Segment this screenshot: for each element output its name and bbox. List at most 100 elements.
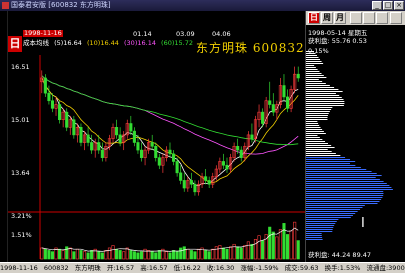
- chip-bar: [306, 175, 382, 176]
- tab-week[interactable]: 周: [321, 12, 333, 24]
- candle-body: [79, 127, 83, 143]
- toolbar-button-b[interactable]: [363, 12, 375, 24]
- chip-bar: [306, 237, 323, 238]
- window-title: 国泰君安版 [600832 东方明珠]: [11, 1, 111, 9]
- chip-bar: [306, 73, 322, 74]
- chip-bar: [306, 123, 319, 124]
- volume-bar: [268, 226, 272, 260]
- volume-bar: [65, 246, 69, 260]
- chip-bar: [306, 113, 329, 114]
- ma5-value: (5)16.64: [54, 39, 82, 47]
- ma60-value: (60)15.72: [161, 39, 193, 47]
- chip-bar: [306, 131, 324, 132]
- chip-bar: [306, 187, 392, 188]
- volume-bar: [104, 250, 108, 260]
- candle-body: [90, 142, 94, 151]
- chip-bar: [306, 235, 322, 236]
- maximize-button[interactable]: □: [383, 1, 393, 10]
- candle-body: [154, 145, 158, 158]
- volume-bar: [139, 251, 144, 260]
- candle-body: [182, 180, 186, 189]
- chip-bar: [306, 153, 336, 154]
- volume-bar: [253, 239, 258, 260]
- ma30-value: (30)16.14: [124, 39, 156, 47]
- app-icon: [2, 2, 9, 9]
- chip-histogram: [306, 51, 393, 240]
- chip-bar: [306, 77, 327, 78]
- chip-bar: [306, 59, 321, 60]
- volume-bar: [90, 250, 94, 260]
- candle-body: [261, 111, 265, 124]
- volume-bar: [122, 251, 126, 260]
- text-cursor-icon: I: [361, 216, 365, 231]
- chip-bar: [306, 165, 356, 166]
- minimize-button[interactable]: _: [372, 1, 382, 10]
- candle-body: [221, 161, 225, 166]
- chip-bar: [306, 191, 384, 192]
- price-label-mid: 15.01: [11, 116, 30, 124]
- candle-body: [115, 127, 119, 136]
- candle-body: [207, 180, 211, 185]
- toolbar-button-c[interactable]: [376, 12, 388, 24]
- candle-body: [268, 100, 272, 105]
- chip-bar: [306, 195, 384, 196]
- volume-bar: [154, 252, 158, 260]
- volume-bar: [257, 235, 261, 260]
- chip-bar: [306, 161, 356, 162]
- status-float: 流通盘:3900.00: [366, 264, 405, 272]
- toolbar-button-a[interactable]: [350, 12, 362, 24]
- tab-day[interactable]: 日: [308, 12, 320, 24]
- volume-bar: [157, 250, 161, 260]
- candle-body: [100, 149, 104, 158]
- volume-bar: [107, 247, 111, 260]
- candle-body: [285, 96, 290, 109]
- candle-body: [172, 153, 176, 162]
- volume-bar: [75, 248, 79, 260]
- chip-distribution-panel: 日 周 月 1998-05-14 星期五 获利盘: 55.76 0.53 0.1…: [305, 11, 405, 262]
- volume-bar: [239, 247, 243, 260]
- chip-bar: [306, 115, 328, 116]
- chip-bar: [306, 143, 328, 144]
- chip-bar: [306, 221, 337, 222]
- status-bar: 1998-11-16 600832 东方明珠 开:16.57 高:16.57 低…: [0, 262, 405, 273]
- candle-body: [271, 104, 275, 113]
- chip-bar: [306, 209, 361, 210]
- volume-bar: [129, 250, 133, 260]
- chip-bar: [306, 111, 330, 112]
- chip-bar: [306, 193, 384, 194]
- volume-bar: [47, 250, 51, 260]
- chip-bar: [306, 61, 322, 62]
- volume-bar: [229, 246, 233, 260]
- volume-bar: [100, 252, 104, 260]
- chip-bar: [306, 69, 318, 70]
- volume-bar: [261, 240, 265, 260]
- volume-bar: [136, 252, 140, 260]
- volume-bar: [289, 230, 293, 260]
- volume-bar: [246, 241, 250, 260]
- volume-bar: [207, 251, 211, 260]
- chip-bar: [306, 81, 323, 82]
- chip-date: 1998-05-14 星期五: [308, 29, 368, 37]
- volume-bar: [204, 250, 208, 260]
- chip-bar: [306, 141, 326, 142]
- volume-bar: [196, 248, 201, 260]
- tab-month[interactable]: 月: [334, 12, 346, 24]
- chip-bar: [306, 127, 321, 128]
- chip-bar: [306, 233, 322, 234]
- volume-label-low: 1.51%: [11, 231, 32, 239]
- chip-bar: [306, 139, 323, 140]
- chip-bar: [306, 107, 333, 108]
- volume-bar: [296, 240, 300, 260]
- volume-bar: [43, 248, 47, 260]
- chip-bar: [306, 53, 316, 54]
- volume-bar: [243, 245, 247, 260]
- status-close: 收:16.30: [207, 264, 235, 272]
- toolbar-button-d[interactable]: [390, 12, 402, 24]
- volume-bar: [211, 248, 215, 260]
- candle-body: [43, 77, 47, 94]
- volume-bar: [221, 247, 225, 260]
- candle-body: [47, 92, 51, 102]
- volume-bar: [236, 246, 240, 260]
- close-button[interactable]: ×: [394, 1, 404, 10]
- chip-bar: [306, 167, 361, 168]
